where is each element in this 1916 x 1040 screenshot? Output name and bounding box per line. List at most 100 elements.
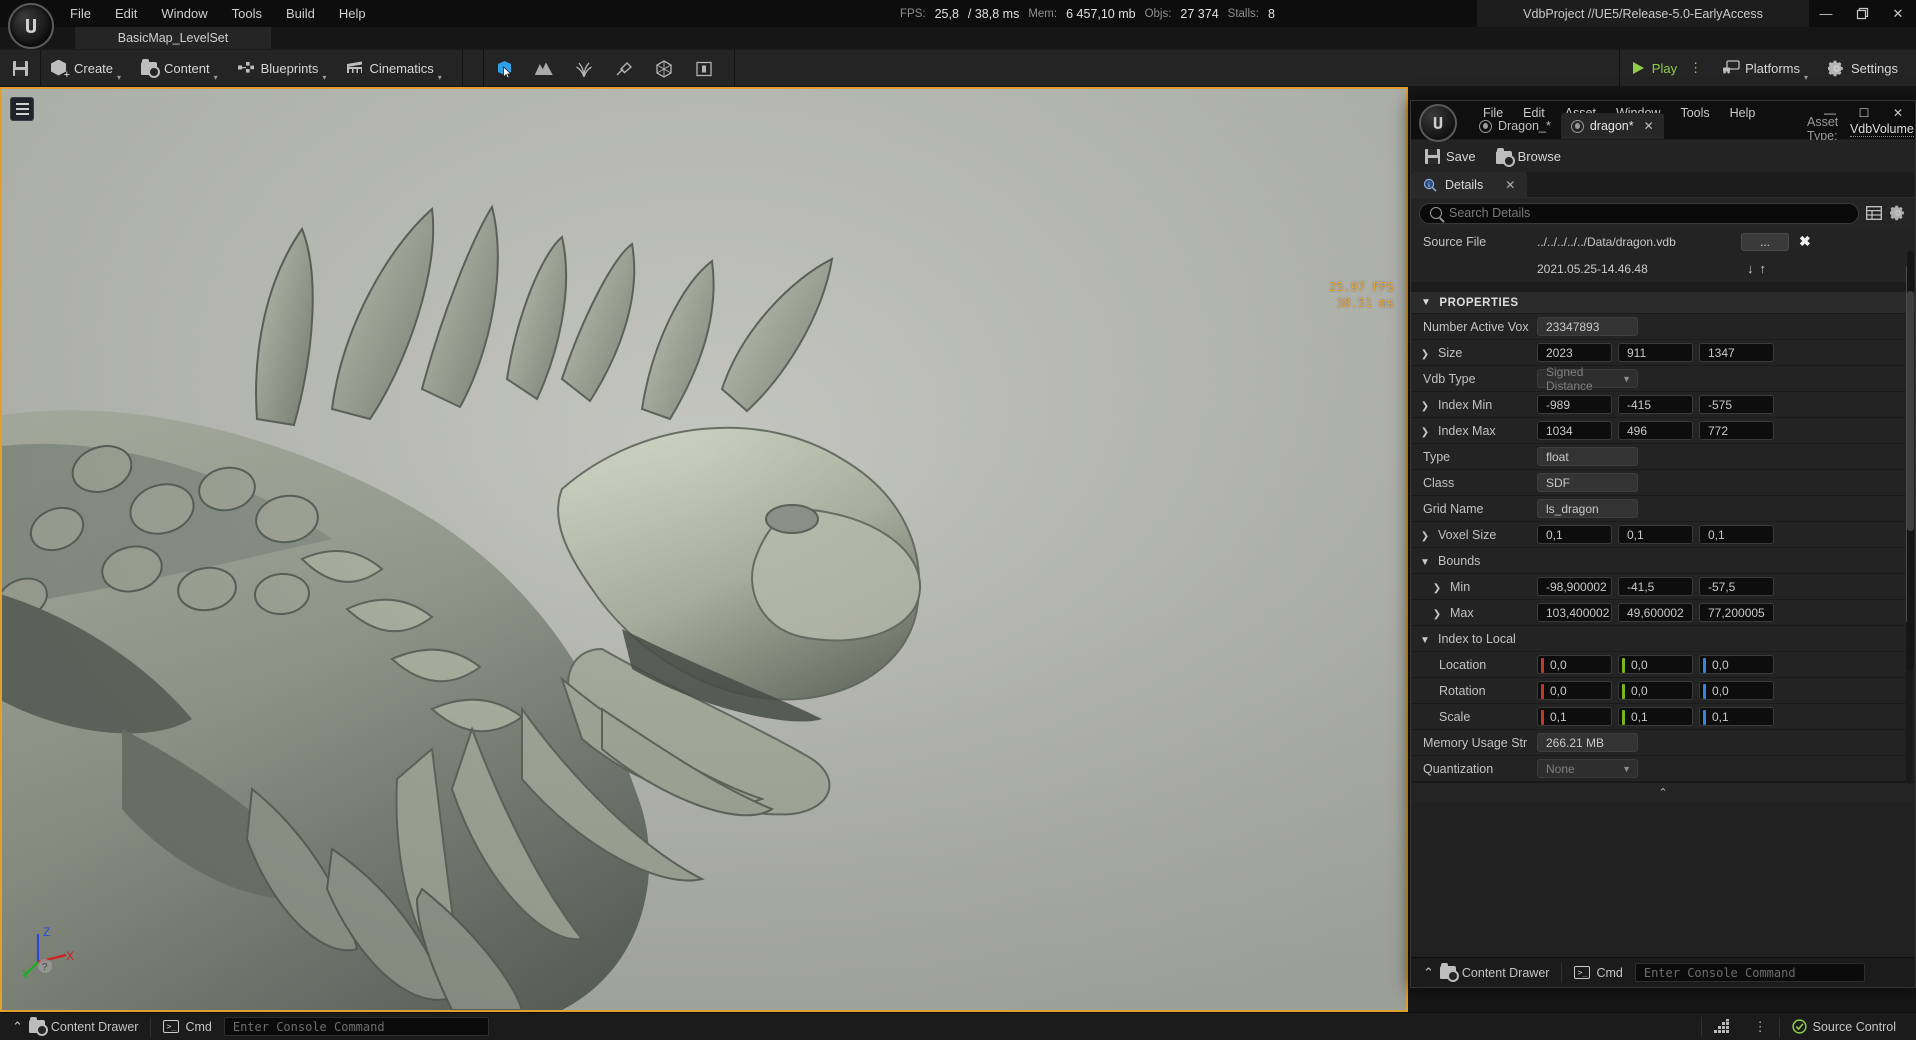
blueprints-button[interactable]: Blueprints ▾: [228, 50, 337, 87]
play-button[interactable]: Play ⋮: [1620, 50, 1712, 87]
property-value-field[interactable]: 0,1: [1537, 707, 1612, 726]
landscape-mode-button[interactable]: [524, 50, 564, 87]
unreal-logo-icon[interactable]: [8, 3, 54, 49]
content-button[interactable]: Content ▾: [131, 50, 228, 87]
menu-window[interactable]: Window: [149, 3, 219, 24]
chevron-right-icon[interactable]: ❯: [1431, 583, 1443, 594]
project-title-tab[interactable]: VdbProject //UE5/Release-5.0-EarlyAccess: [1477, 0, 1809, 27]
derived-data-button[interactable]: [1702, 1013, 1742, 1040]
menu-file[interactable]: File: [58, 3, 103, 24]
asset-console-command-input[interactable]: Enter Console Command: [1635, 963, 1865, 982]
axis-gizmo[interactable]: Z X Y ?: [16, 922, 76, 982]
source-control-button[interactable]: Source Control: [1780, 1013, 1916, 1040]
property-value-field[interactable]: 266.21 MB: [1537, 733, 1638, 752]
property-value-field[interactable]: 772: [1699, 421, 1774, 440]
asset-cmd-button[interactable]: >_ Cmd: [1562, 959, 1634, 987]
chevron-right-icon[interactable]: ❯: [1419, 401, 1431, 412]
property-value-field[interactable]: 0,1: [1699, 707, 1774, 726]
source-file-clear-button[interactable]: ✖: [1799, 233, 1811, 250]
fracture-mode-button[interactable]: [644, 50, 684, 87]
console-command-input[interactable]: Enter Console Command: [224, 1017, 489, 1036]
menu-tools[interactable]: Tools: [220, 3, 274, 24]
asset-tab-dragon-vdb[interactable]: dragon* ✕: [1561, 113, 1664, 139]
export-up-icon[interactable]: ↑: [1760, 261, 1767, 276]
settings-gear-icon[interactable]: [1889, 204, 1907, 222]
properties-scroll-area[interactable]: Source File ../../../../../Data/dragon.v…: [1411, 228, 1915, 957]
property-value-field[interactable]: -575: [1699, 395, 1774, 414]
property-value-field[interactable]: 911: [1618, 343, 1693, 362]
status-overflow-button[interactable]: ⋮: [1742, 1013, 1779, 1040]
property-value-field[interactable]: -415: [1618, 395, 1693, 414]
asset-window-scrollbar-thumb[interactable]: [1907, 291, 1914, 531]
property-value-field[interactable]: 0,0: [1699, 655, 1774, 674]
chevron-right-icon[interactable]: ❯: [1431, 609, 1443, 620]
property-value-field[interactable]: float: [1537, 447, 1638, 466]
asset-tab-dragon-blueprint[interactable]: Dragon_*: [1469, 113, 1561, 139]
property-value-field[interactable]: 23347893: [1537, 317, 1638, 336]
maximize-button[interactable]: [1844, 0, 1880, 27]
property-value-field[interactable]: 0,1: [1537, 525, 1612, 544]
property-value-field[interactable]: 0,0: [1537, 681, 1612, 700]
property-value-field[interactable]: 0,0: [1618, 681, 1693, 700]
menu-help[interactable]: Help: [327, 3, 378, 24]
property-value-field[interactable]: 1034: [1537, 421, 1612, 440]
property-value-field[interactable]: 77,200005: [1699, 603, 1774, 622]
asset-type-value[interactable]: VdbVolume: [1850, 122, 1914, 137]
search-details-input[interactable]: Search Details: [1419, 203, 1859, 224]
chevron-right-icon[interactable]: ❯: [1419, 349, 1431, 360]
unreal-logo-icon[interactable]: [1419, 104, 1457, 142]
chevron-right-icon[interactable]: ❯: [1419, 531, 1431, 542]
property-value-field[interactable]: 0,1: [1618, 707, 1693, 726]
platforms-button[interactable]: Platforms ▾: [1712, 50, 1818, 87]
chevron-right-icon[interactable]: ❯: [1419, 427, 1431, 438]
menu-edit[interactable]: Edit: [103, 3, 149, 24]
property-value-field[interactable]: 0,0: [1618, 655, 1693, 674]
asset-menu-tools[interactable]: Tools: [1670, 104, 1719, 122]
minimize-button[interactable]: —: [1808, 0, 1844, 27]
save-current-level-button[interactable]: [0, 50, 40, 87]
settings-button[interactable]: Settings: [1818, 50, 1908, 87]
asset-browse-button[interactable]: Browse: [1488, 146, 1569, 167]
property-value-field[interactable]: 0,1: [1699, 525, 1774, 544]
property-value-field[interactable]: -41,5: [1618, 577, 1693, 596]
tab-details[interactable]: i Details ✕: [1411, 172, 1527, 197]
play-options-icon[interactable]: ⋮: [1689, 63, 1702, 73]
asset-content-drawer-button[interactable]: ⌃ Content Drawer: [1411, 959, 1561, 987]
property-value-field[interactable]: 1347: [1699, 343, 1774, 362]
property-value-field[interactable]: 0,0: [1537, 655, 1612, 674]
mesh-paint-mode-button[interactable]: [604, 50, 644, 87]
columns-icon[interactable]: [1865, 204, 1883, 222]
level-viewport[interactable]: 25.97 FPS 38.51 ms Z X Y ?: [0, 87, 1408, 1012]
chevron-down-icon[interactable]: ▼: [1419, 557, 1431, 568]
property-value-field[interactable]: 496: [1618, 421, 1693, 440]
property-value-field[interactable]: 103,400002: [1537, 603, 1612, 622]
menu-build[interactable]: Build: [274, 3, 327, 24]
chevron-down-icon[interactable]: ▼: [1419, 635, 1431, 646]
property-value-field[interactable]: 0,0: [1699, 681, 1774, 700]
property-dropdown[interactable]: None▼: [1537, 759, 1638, 778]
property-value-field[interactable]: -989: [1537, 395, 1612, 414]
import-down-icon[interactable]: ↓: [1747, 261, 1754, 276]
cinematics-button[interactable]: Cinematics ▾: [336, 50, 451, 87]
property-value-field[interactable]: SDF: [1537, 473, 1638, 492]
foliage-mode-button[interactable]: [564, 50, 604, 87]
property-value-field[interactable]: 0,1: [1618, 525, 1693, 544]
details-tab-close-icon[interactable]: ✕: [1505, 178, 1515, 192]
collapse-properties-button[interactable]: ⌃: [1411, 782, 1915, 802]
content-drawer-button[interactable]: ⌃ Content Drawer: [0, 1013, 150, 1040]
cmd-button[interactable]: >_ Cmd: [151, 1013, 223, 1040]
create-button[interactable]: + Create ▾: [41, 50, 131, 87]
property-value-field[interactable]: 49,600002: [1618, 603, 1693, 622]
property-value-field[interactable]: -98,900002: [1537, 577, 1612, 596]
level-tab[interactable]: BasicMap_LevelSet: [75, 27, 271, 49]
asset-save-button[interactable]: Save: [1417, 146, 1484, 167]
asset-tab-close-icon[interactable]: ✕: [1644, 119, 1654, 133]
property-dropdown[interactable]: Signed Distance▼: [1537, 369, 1638, 388]
select-mode-button[interactable]: [484, 50, 524, 87]
property-value-field[interactable]: 2023: [1537, 343, 1612, 362]
asset-menu-help[interactable]: Help: [1720, 104, 1766, 122]
brush-edit-mode-button[interactable]: [684, 50, 724, 87]
properties-section-header[interactable]: ▼ PROPERTIES: [1411, 291, 1915, 314]
viewport-menu-icon[interactable]: [10, 97, 34, 121]
source-file-browse-button[interactable]: ...: [1741, 233, 1789, 251]
